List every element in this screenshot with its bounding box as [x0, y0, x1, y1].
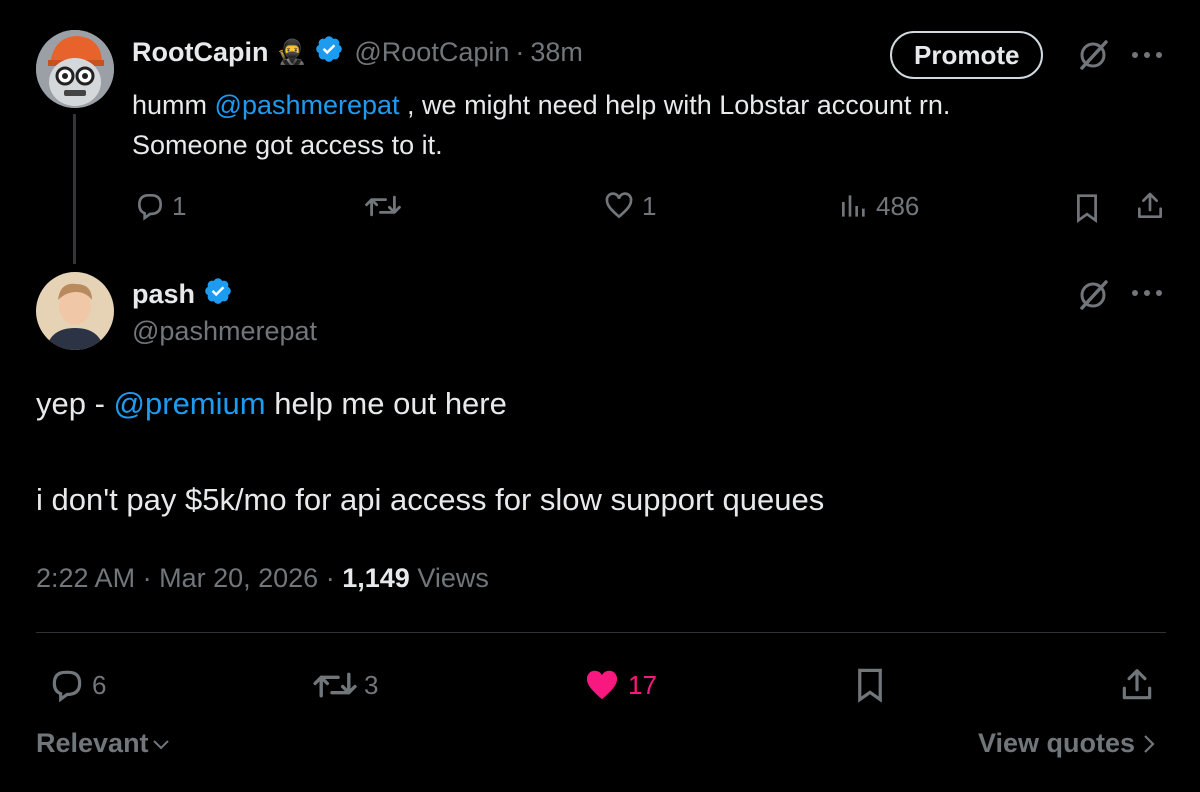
parent-avatar[interactable] [36, 30, 114, 108]
more-options-icon[interactable] [1130, 288, 1164, 298]
parent-repost-button[interactable] [364, 190, 408, 222]
parent-text-prefix: humm [132, 90, 215, 120]
parent-share-icon[interactable] [1134, 190, 1166, 222]
parent-timestamp[interactable]: 38m [530, 37, 583, 68]
more-options-icon[interactable] [1130, 50, 1164, 60]
view-quotes-label: View quotes [978, 728, 1136, 758]
robot-avatar-image [36, 30, 114, 108]
parent-text-line2: Someone got access to it. [132, 130, 443, 160]
meta-separator: · [142, 563, 152, 593]
heart-filled-icon [582, 666, 622, 704]
reply-icon [48, 666, 86, 704]
parent-bookmark-icon[interactable] [1072, 192, 1102, 224]
thread-connector-line [73, 114, 76, 264]
chevron-right-icon [1141, 733, 1157, 755]
main-tweet-text: yep - @premium help me out here i don't … [36, 384, 824, 520]
parent-views-count: 486 [876, 190, 920, 221]
ninja-emoji: 🥷 [276, 38, 307, 66]
main-views-label: Views [417, 563, 489, 593]
main-text-rest: help me out here [265, 386, 507, 421]
reply-icon [134, 190, 166, 222]
verified-badge-icon [203, 276, 233, 313]
main-author-name-row: pash [132, 274, 233, 314]
view-quotes-link[interactable]: View quotes [978, 728, 1157, 759]
views-bar-chart-icon [838, 190, 870, 222]
parent-views-button[interactable]: 486 [838, 190, 919, 222]
chevron-down-icon [151, 734, 171, 754]
divider [36, 632, 1166, 633]
main-reply-count: 6 [92, 669, 107, 700]
main-meta-row: 2:22 AM · Mar 20, 2026 · 1,149 Views [36, 560, 489, 596]
main-date[interactable]: Mar 20, 2026 [159, 563, 318, 593]
parent-reply-button[interactable]: 1 [134, 190, 186, 222]
promote-button[interactable]: Promote [890, 31, 1044, 79]
main-repost-button[interactable]: 3 [312, 666, 378, 704]
main-text-line2: i don't pay $5k/mo for api access for sl… [36, 482, 825, 517]
parent-text-rest: , we might need help with Lobstar accoun… [399, 90, 951, 120]
main-avatar[interactable] [36, 272, 114, 350]
main-time[interactable]: 2:22 AM [36, 563, 135, 593]
parent-display-name[interactable]: RootCapin [132, 37, 268, 68]
parent-tweet-text: humm @pashmerepat , we might need help w… [132, 85, 950, 165]
main-mention-link[interactable]: @premium [114, 386, 266, 421]
meta-separator: · [325, 563, 335, 593]
parent-reply-count: 1 [172, 190, 187, 221]
main-bookmark-icon[interactable] [852, 666, 888, 704]
parent-header: RootCapin 🥷 @RootCapin · 38m [132, 32, 583, 72]
main-reply-button[interactable]: 6 [48, 666, 106, 704]
repost-icon [312, 666, 358, 704]
main-repost-count: 3 [364, 669, 379, 700]
main-display-name[interactable]: pash [132, 279, 195, 310]
parent-handle[interactable]: @RootCapin [354, 37, 509, 68]
verified-badge-icon [314, 34, 344, 71]
grok-icon[interactable] [1076, 38, 1110, 72]
main-share-icon[interactable] [1118, 666, 1156, 704]
sort-label: Relevant [36, 728, 149, 758]
parent-like-button[interactable]: 1 [602, 190, 656, 222]
main-views-count: 1,149 [342, 563, 410, 593]
grok-icon[interactable] [1076, 278, 1110, 312]
main-like-count: 17 [628, 669, 657, 700]
main-like-button[interactable]: 17 [582, 666, 657, 704]
parent-like-count: 1 [642, 190, 657, 221]
parent-separator: · [515, 36, 525, 67]
main-text-prefix: yep - [36, 386, 114, 421]
repost-icon [364, 190, 402, 222]
main-handle[interactable]: @pashmerepat [132, 316, 317, 347]
heart-outline-icon [602, 190, 636, 222]
sort-replies-dropdown[interactable]: Relevant [36, 728, 171, 759]
person-avatar-image [36, 272, 114, 350]
parent-mention-link[interactable]: @pashmerepat [215, 90, 400, 120]
